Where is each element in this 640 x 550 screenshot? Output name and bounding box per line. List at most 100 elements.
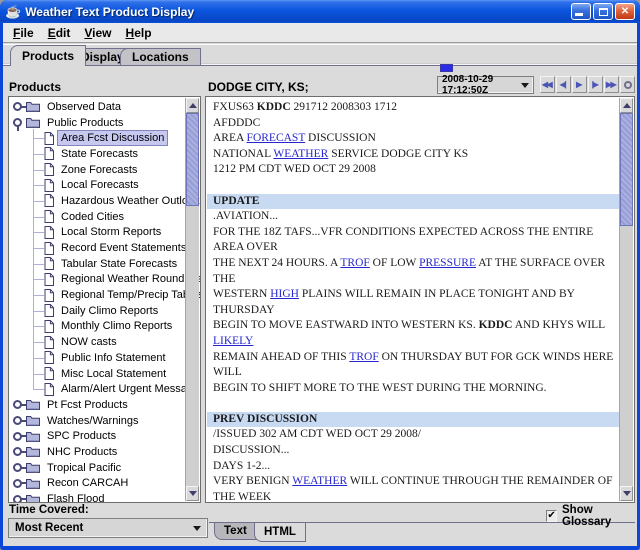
skip-to-last-button[interactable]: ▶▶ [604,76,619,93]
arrow-up-icon [623,103,631,108]
glossary-link[interactable]: TROF [340,257,369,269]
expand-handle-icon[interactable] [13,432,22,441]
glossary-link[interactable]: HIGH [270,288,299,300]
text-segment: NATIONAL [213,148,273,160]
tree-item-label: Coded Cities [57,209,128,225]
step-forward-button[interactable]: |▶ [588,76,603,93]
tree-item-label: Recon CARCAH [43,475,132,491]
tree-item-flash-flood[interactable]: Flash Flood [9,491,186,503]
tab-locations[interactable]: Locations [120,48,201,66]
scroll-up-button[interactable] [620,98,633,113]
tree-item-label: Watches/Warnings [43,413,143,429]
glossary-link[interactable]: WEATHER [273,148,328,160]
tree-item-misc-local-statement[interactable]: Misc Local Statement [9,366,186,382]
expand-handle-icon[interactable] [13,447,22,456]
station-label: DODGE CITY, KS; [208,80,309,94]
tree-item-public-products[interactable]: Public Products [9,115,186,131]
document-icon [44,226,54,239]
text-segment: SERVICE DODGE CITY KS [328,148,468,160]
view-tab-html[interactable]: HTML [254,523,306,542]
step-back-button[interactable]: ◀| [556,76,571,93]
tree-rows: Observed DataPublic ProductsArea Fcst Di… [9,99,186,503]
tree-item-coded-cities[interactable]: Coded Cities [9,209,186,225]
tree-item-record-event-statements[interactable]: Record Event Statements [9,240,186,256]
tree-item-spc-products[interactable]: SPC Products [9,428,186,444]
tree-item-regional-temp-precip-tables[interactable]: Regional Temp/Precip Tables [9,287,186,303]
time-select-combo[interactable]: 2008-10-29 17:12:50Z [437,76,534,94]
document-line: THURSDAY [213,303,619,319]
glossary-link[interactable]: LIKELY [213,335,253,347]
menu-file[interactable]: File [6,24,41,42]
tree-item-area-fcst-discussion[interactable]: Area Fcst Discussion [9,130,186,146]
title-bar[interactable]: ☕ Weather Text Product Display ✕ [0,0,640,23]
expand-handle-icon[interactable] [13,102,22,111]
document-icon [44,210,54,223]
text-scrollbar[interactable] [619,98,633,501]
menu-edit[interactable]: Edit [41,24,78,42]
document-icon [44,289,54,302]
expand-handle-icon[interactable] [13,479,22,488]
scroll-down-button[interactable] [620,486,633,501]
text-segment: DISCUSSION... [213,444,289,456]
tree-item-label: Public Info Statement [57,350,170,366]
show-glossary-checkbox[interactable]: ✔ [546,510,557,522]
tree-item-observed-data[interactable]: Observed Data [9,99,186,115]
progress-indicator [440,64,453,72]
expand-handle-icon[interactable] [13,463,22,472]
document-icon [44,367,54,380]
glossary-link[interactable]: FORECAST [247,132,306,144]
tree-item-zone-forecasts[interactable]: Zone Forecasts [9,162,186,178]
tree-item-watches-warnings[interactable]: Watches/Warnings [9,413,186,429]
latest-time-button[interactable] [620,76,635,93]
expand-handle-icon[interactable] [13,400,22,409]
maximize-button[interactable] [593,3,613,20]
tree-item-hazardous-weather-outlook[interactable]: Hazardous Weather Outlook [9,193,186,209]
show-glossary-control: ✔ Show Glossary [546,504,637,528]
text-segment: DISCUSSION [305,132,376,144]
tree-item-nhc-products[interactable]: NHC Products [9,444,186,460]
tree-item-public-info-statement[interactable]: Public Info Statement [9,350,186,366]
tab-products[interactable]: Products [10,45,86,66]
tree-item-label: Alarm/Alert Urgent Message [57,381,201,397]
expand-handle-icon[interactable] [13,416,22,425]
document-icon [44,132,54,145]
expand-handle-icon[interactable] [13,495,22,503]
menu-view[interactable]: View [77,24,118,42]
scroll-down-button[interactable] [186,486,199,501]
tree-item-local-forecasts[interactable]: Local Forecasts [9,177,186,193]
tree-item-state-forecasts[interactable]: State Forecasts [9,146,186,162]
tree-item-recon-carcah[interactable]: Recon CARCAH [9,476,186,492]
tree-item-label: Public Products [43,115,127,131]
tree-item-daily-climo-reports[interactable]: Daily Climo Reports [9,303,186,319]
document-line: AREA OVER [213,240,619,256]
close-button[interactable]: ✕ [615,3,635,20]
tree-item-alarm-alert-urgent-message[interactable]: Alarm/Alert Urgent Message [9,381,186,397]
tree-item-now-casts[interactable]: NOW casts [9,334,186,350]
time-select-value: 2008-10-29 17:12:50Z [442,74,521,96]
tree-item-tropical-pacific[interactable]: Tropical Pacific [9,460,186,476]
tree-item-label: Daily Climo Reports [57,303,162,319]
tree-item-regional-weather-roundups[interactable]: Regional Weather Roundups [9,272,186,288]
menu-help[interactable]: Help [119,24,159,42]
tree-scrollbar[interactable] [185,98,199,501]
tree-item-local-storm-reports[interactable]: Local Storm Reports [9,225,186,241]
tree-item-monthly-climo-reports[interactable]: Monthly Climo Reports [9,319,186,335]
collapse-handle-icon[interactable] [13,118,22,127]
tree-item-label: Flash Flood [43,491,108,503]
glossary-link[interactable]: TROF [349,351,378,363]
time-covered-combo[interactable]: Most Recent [8,518,208,538]
minimize-button[interactable] [571,3,591,20]
skip-to-first-button[interactable]: ◀◀ [540,76,555,93]
tree-item-tabular-state-forecasts[interactable]: Tabular State Forecasts [9,256,186,272]
document-icon [44,147,54,160]
scroll-up-button[interactable] [186,98,199,113]
section-header: PREV DISCUSSION [207,412,619,428]
tree-item-label: Hazardous Weather Outlook [57,193,201,209]
tree-item-pt-fcst-products[interactable]: Pt Fcst Products [9,397,186,413]
view-tab-text[interactable]: Text [214,523,257,540]
play-button[interactable]: ▶ [572,76,587,93]
scrollbar-thumb[interactable] [186,113,199,206]
scrollbar-thumb[interactable] [620,113,633,226]
glossary-link[interactable]: WEATHER [292,475,347,487]
glossary-link[interactable]: PRESSURE [419,257,476,269]
